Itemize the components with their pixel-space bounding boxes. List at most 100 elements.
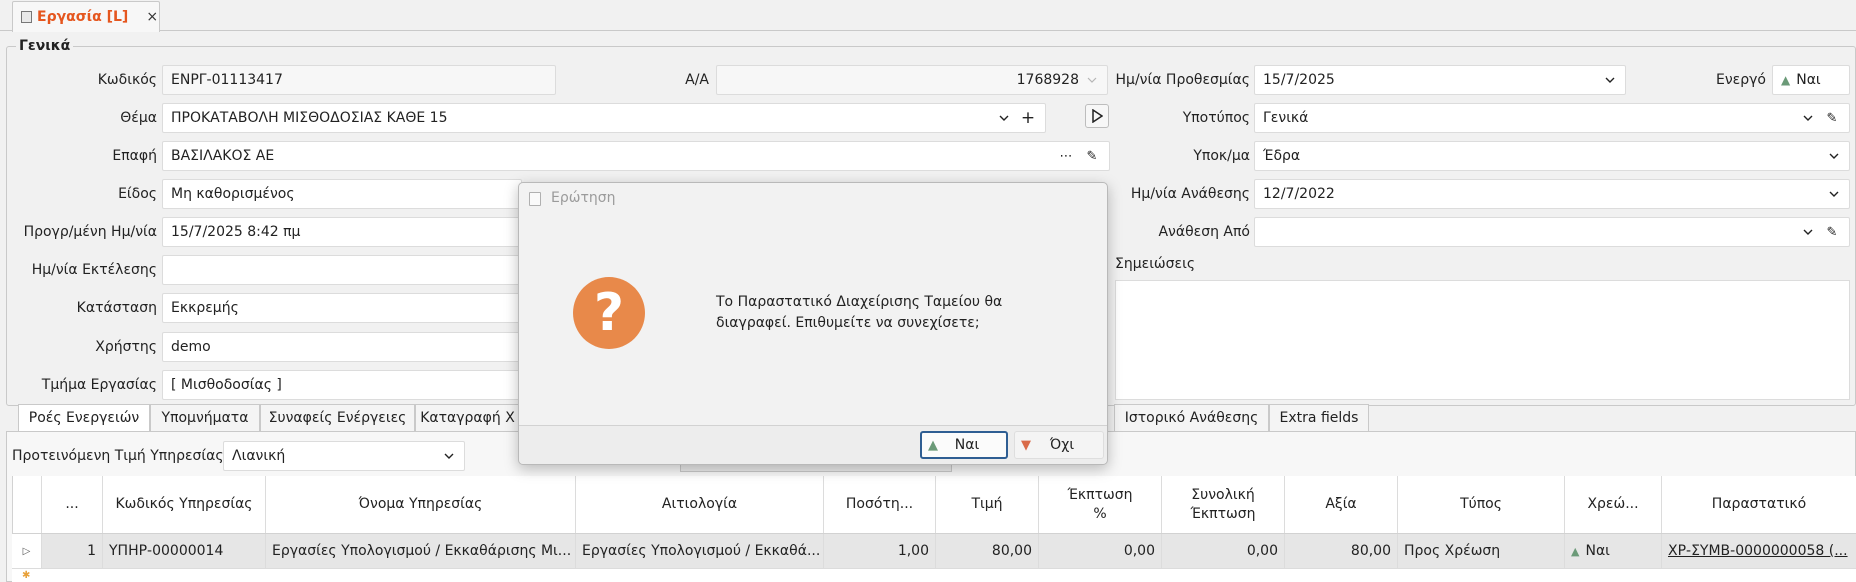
department-field[interactable]: [ Μισθοδοσίας ] bbox=[162, 370, 522, 400]
document-tab-title: Εργασία [L] bbox=[37, 9, 129, 25]
table-cell-charge[interactable]: ▲ Ναι bbox=[1565, 534, 1662, 568]
more-options-icon[interactable]: ⋯ bbox=[1057, 147, 1075, 165]
general-group-title: Γενικά bbox=[16, 38, 74, 54]
assign-date-label: Ημ/νία Ανάθεσης bbox=[1130, 186, 1250, 202]
question-icon: ? bbox=[573, 277, 645, 349]
dialog-message: Το Παραστατικό Διαχείρισης Ταμείου θα δι… bbox=[716, 294, 1003, 331]
document-tab[interactable]: Εργασία [L] × bbox=[12, 1, 160, 32]
deadline-field[interactable]: 15/7/2025 bbox=[1254, 65, 1626, 95]
table-cell[interactable]: 1,00 bbox=[824, 534, 936, 568]
table-cell[interactable]: 0,00 bbox=[1162, 534, 1285, 568]
subject-label: Θέμα bbox=[120, 110, 157, 126]
aa-label: Α/Α bbox=[685, 72, 709, 88]
dialog-title: Ερώτηση bbox=[551, 190, 616, 206]
contact-field[interactable]: ΒΑΣΙΛΑΚΟΣ ΑΕ ⋯ ✎ bbox=[162, 141, 1110, 171]
subject-field[interactable]: ΠΡΟΚΑΤΑΒΟΛΗ ΜΙΣΘΟΔΟΣΙΑΣ ΚΑΘΕ 15 + bbox=[162, 103, 1046, 133]
new-row[interactable]: ✱ bbox=[12, 568, 1856, 582]
play-button[interactable] bbox=[1085, 104, 1109, 128]
row-expand-icon: ▷ bbox=[22, 545, 31, 557]
thumbs-up-icon: ▲ bbox=[1781, 73, 1791, 87]
thumbs-up-icon: ▲ bbox=[928, 437, 938, 453]
branch-label: Υποκ/μα bbox=[1193, 148, 1250, 164]
close-icon[interactable]: × bbox=[146, 9, 158, 25]
contact-label: Επαφή bbox=[112, 148, 157, 164]
kind-label: Είδος bbox=[118, 186, 157, 202]
subtype-field[interactable]: Γενικά ✎ bbox=[1254, 103, 1850, 133]
chevron-down-icon[interactable] bbox=[442, 449, 456, 463]
table-cell[interactable]: 80,00 bbox=[1285, 534, 1398, 568]
user-field[interactable]: demo bbox=[162, 332, 522, 362]
pricing-label: Προτεινόμενη Τιμή Υπηρεσίας bbox=[12, 448, 224, 464]
grid-header-service-name[interactable]: Όνομα Υπηρεσίας bbox=[266, 476, 576, 533]
pricing-select[interactable]: Λιανική bbox=[223, 441, 465, 471]
chevron-down-icon[interactable] bbox=[1801, 225, 1815, 239]
grid-header-total-discount[interactable]: Συνολική Έκπτωση bbox=[1162, 476, 1285, 533]
table-cell[interactable]: ΥΠΗΡ-00000014 bbox=[103, 534, 266, 568]
table-cell[interactable]: 80,00 bbox=[936, 534, 1039, 568]
grid-header-reason[interactable]: Αιτιολογία bbox=[576, 476, 824, 533]
document-tab-strip bbox=[0, 0, 1856, 31]
dialog-window-icon bbox=[529, 192, 541, 206]
add-icon[interactable]: + bbox=[1019, 108, 1037, 128]
chevron-down-icon[interactable] bbox=[1603, 73, 1617, 87]
grid-header-quantity[interactable]: Ποσότη... bbox=[824, 476, 936, 533]
tab-extra-fields[interactable]: Extra fields bbox=[1269, 404, 1369, 432]
tab-time-log[interactable]: Καταγραφή Χ bbox=[415, 404, 520, 432]
chevron-down-icon[interactable] bbox=[1827, 149, 1841, 163]
department-label: Τμήμα Εργασίας bbox=[41, 377, 157, 393]
user-label: Χρήστης bbox=[95, 339, 157, 355]
execution-date-label: Ημ/νία Εκτέλεσης bbox=[31, 262, 157, 278]
play-icon bbox=[1092, 109, 1103, 123]
thumbs-up-icon: ▲ bbox=[1571, 544, 1580, 558]
status-label: Κατάσταση bbox=[76, 300, 157, 316]
table-cell[interactable]: Εργασίες Υπολογισμού / Εκκαθάρισης Μι... bbox=[266, 534, 576, 568]
chevron-down-icon[interactable] bbox=[997, 111, 1011, 125]
grid-header-value[interactable]: Αξία bbox=[1285, 476, 1398, 533]
yes-button[interactable]: ▲ Ναι bbox=[920, 431, 1008, 459]
notes-textarea[interactable] bbox=[1115, 280, 1850, 400]
edit-pencil-icon[interactable]: ✎ bbox=[1823, 109, 1841, 127]
grid-header-charge[interactable]: Χρεώ... bbox=[1565, 476, 1662, 533]
grid-indicator-header bbox=[12, 476, 42, 533]
new-row-icon: ✱ bbox=[22, 570, 31, 581]
grid-header-discount-pct[interactable]: Έκπτωση % bbox=[1039, 476, 1162, 533]
grid-header-index[interactable]: ... bbox=[42, 476, 103, 533]
thumbs-down-icon: ▼ bbox=[1021, 437, 1031, 453]
grid-header-price[interactable]: Τιμή bbox=[936, 476, 1039, 533]
table-cell[interactable]: Προς Χρέωση bbox=[1398, 534, 1565, 568]
tab-assignment-history[interactable]: Ιστορικό Ανάθεσης bbox=[1114, 404, 1269, 432]
grid-header-service-code[interactable]: Κωδικός Υπηρεσίας bbox=[103, 476, 266, 533]
code-field[interactable]: ΕΝΡΓ-01113417 bbox=[162, 65, 556, 95]
table-cell[interactable]: Εργασίες Υπολογισμού / Εκκαθά... bbox=[576, 534, 824, 568]
table-cell-document-link[interactable]: ΧΡ-ΣΥΜΒ-0000000058 (... bbox=[1662, 534, 1856, 568]
scheduled-date-field[interactable]: 15/7/2025 8:42 πμ bbox=[162, 217, 522, 247]
document-link[interactable]: ΧΡ-ΣΥΜΒ-0000000058 (... bbox=[1668, 543, 1848, 559]
tab-action-flows[interactable]: Ροές Ενεργειών bbox=[18, 404, 150, 432]
no-button[interactable]: ▼ Όχι bbox=[1014, 431, 1104, 459]
document-icon bbox=[21, 11, 32, 23]
assign-date-field[interactable]: 12/7/2022 bbox=[1254, 179, 1850, 209]
assign-from-field[interactable]: ✎ bbox=[1254, 217, 1850, 247]
row-indicator[interactable]: ▷ bbox=[12, 534, 42, 568]
notes-label: Σημειώσεις bbox=[1115, 256, 1196, 272]
deadline-label: Ημ/νία Προθεσμίας bbox=[1115, 72, 1250, 88]
edit-pencil-icon[interactable]: ✎ bbox=[1083, 147, 1101, 165]
kind-field[interactable]: Μη καθορισμένος bbox=[162, 179, 522, 209]
tab-related-actions[interactable]: Συναφείς Ενέργειες bbox=[260, 404, 415, 432]
execution-date-field[interactable] bbox=[162, 255, 522, 285]
table-cell[interactable]: 0,00 bbox=[1039, 534, 1162, 568]
status-field[interactable]: Εκκρεμής bbox=[162, 293, 522, 323]
tab-notes[interactable]: Υπομνήματα bbox=[150, 404, 260, 432]
active-field[interactable]: ▲ Ναι bbox=[1772, 65, 1850, 95]
aa-field[interactable]: 1768928 bbox=[716, 65, 1108, 95]
grid-header-type[interactable]: Τύπος bbox=[1398, 476, 1565, 533]
subtype-label: Υποτύπος bbox=[1182, 110, 1250, 126]
assign-from-label: Ανάθεση Από bbox=[1158, 224, 1250, 240]
edit-pencil-icon[interactable]: ✎ bbox=[1823, 223, 1841, 241]
chevron-down-icon[interactable] bbox=[1801, 111, 1815, 125]
table-cell[interactable]: 1 bbox=[42, 534, 103, 568]
chevron-down-icon[interactable] bbox=[1827, 187, 1841, 201]
branch-field[interactable]: Έδρα bbox=[1254, 141, 1850, 171]
grid-header-document[interactable]: Παραστατικό bbox=[1662, 476, 1856, 533]
chevron-down-icon[interactable] bbox=[1085, 73, 1099, 87]
